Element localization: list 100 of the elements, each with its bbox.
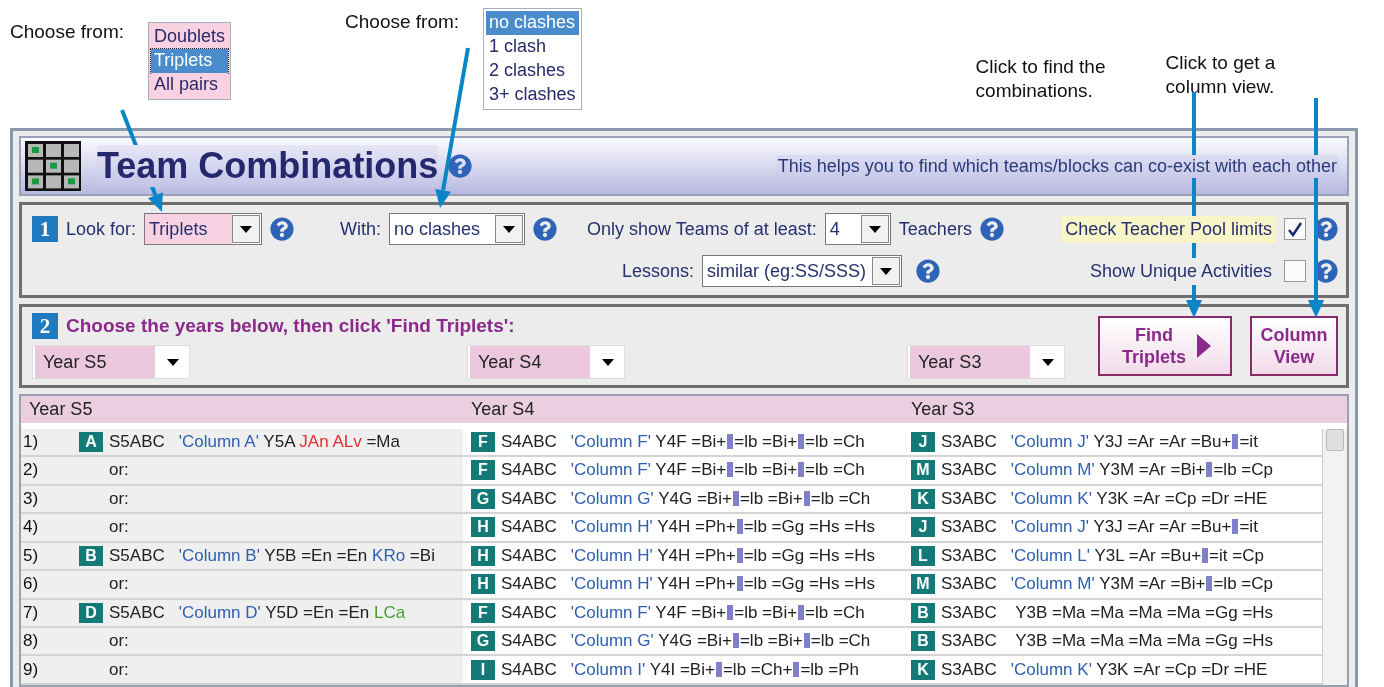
entry-text: S3ABC 'Column K' Y3K =Ar =Cp =Dr =HE: [941, 659, 1268, 680]
entry-text: S4ABC 'Column G' Y4G =Bi+ =lb =Bi+ =lb =Ch: [501, 488, 871, 509]
row-number: 6): [23, 574, 40, 595]
instruction-text: Choose the years below, then click 'Find Triplets':: [66, 315, 515, 337]
entry-text: S3ABC Y3B =Ma =Ma =Ma =Ma =Gg =Hs: [941, 602, 1274, 623]
letter-badge: L: [911, 545, 935, 566]
letter-badge: G: [471, 488, 495, 509]
entry-text: S3ABC 'Column J' Y3J =Ar =Ar =Bu+ =it: [941, 431, 1258, 452]
find-button[interactable]: Find Triplets: [1098, 316, 1232, 376]
or-text: or:: [109, 460, 129, 481]
or-text: or:: [109, 659, 129, 680]
callout-text: Click to find the combinations.: [975, 55, 1107, 103]
entry-text: S4ABC 'Column H' Y4H =Ph+ =lb =Gg =Hs =Hs: [501, 574, 876, 595]
dropdown-button[interactable]: [232, 215, 261, 243]
scrollbar[interactable]: [1322, 428, 1347, 685]
row-number: 1): [23, 431, 40, 452]
field-label: Lessons:: [622, 260, 695, 282]
year-dropdown[interactable]: Year S3: [907, 345, 1065, 379]
letter-badge: I: [471, 659, 495, 680]
lessons-dropdown[interactable]: similar (eg:SS/SSS): [702, 255, 903, 287]
or-text: or:: [109, 631, 129, 652]
letter-badge: K: [911, 659, 935, 680]
checkbox[interactable]: [1284, 218, 1306, 240]
dropdown-button[interactable]: [495, 215, 524, 243]
callout-text: Choose from:: [10, 20, 126, 44]
teachers-dropdown[interactable]: 4: [824, 213, 891, 245]
row-number: 5): [23, 545, 40, 566]
field-label: Only show Teams of at least:: [587, 218, 817, 240]
letter-badge: B: [79, 545, 103, 566]
row-number: 4): [23, 517, 40, 538]
grid-icon: [25, 141, 81, 191]
row-number: 9): [23, 659, 40, 680]
window-title: Team Combinations: [97, 145, 439, 187]
letter-badge: H: [471, 574, 495, 595]
checkbox-label: Check Teacher Pool limits: [1061, 215, 1276, 243]
help-icon[interactable]: [270, 217, 295, 241]
callout-text: Click to get a column view.: [1165, 51, 1277, 99]
dropdown-button[interactable]: [872, 257, 901, 285]
entry-text: S3ABC Y3B =Ma =Ma =Ma =Ma =Gg =Hs: [941, 631, 1274, 652]
look-for-dropdown[interactable]: Triplets: [144, 213, 263, 245]
step-number: 2: [32, 313, 58, 339]
or-text: or:: [109, 517, 129, 538]
help-icon[interactable]: [533, 217, 558, 241]
entry-text: S3ABC 'Column M' Y3M =Ar =Bi+ =lb =Cp: [941, 574, 1273, 595]
entry-text: S5ABC 'Column D' Y5D =En =En LCa: [109, 602, 406, 623]
field-label: Look for:: [66, 218, 137, 240]
letter-badge: G: [471, 631, 495, 652]
letter-badge: D: [79, 602, 103, 623]
step-number: 1: [32, 216, 58, 242]
row-number: 7): [23, 602, 40, 623]
entry-text: S4ABC 'Column H' Y4H =Ph+ =lb =Gg =Hs =Hs: [501, 517, 876, 538]
checkbox[interactable]: [1284, 260, 1306, 282]
row-number: 8): [23, 631, 40, 652]
letter-badge: J: [911, 517, 935, 538]
list-option[interactable]: no clashes: [486, 11, 579, 35]
list-option[interactable]: Triplets: [151, 49, 229, 73]
column-view-button[interactable]: Column View: [1250, 316, 1338, 376]
help-icon[interactable]: [916, 259, 941, 283]
row-number: 2): [23, 460, 40, 481]
letter-badge: F: [471, 602, 495, 623]
letter-badge: B: [911, 631, 935, 652]
entry-text: S4ABC 'Column F' Y4F =Bi+ =lb =Bi+ =lb =Ch: [501, 460, 865, 481]
letter-badge: F: [471, 460, 495, 481]
help-icon[interactable]: [448, 154, 473, 178]
description-text: This helps you to find which teams/blocks can co-exist with each other: [775, 154, 1339, 178]
entry-text: S4ABC 'Column G' Y4G =Bi+ =lb =Bi+ =lb =Ch: [501, 631, 871, 652]
callout-text: Choose from:: [345, 10, 461, 34]
entry-text: S4ABC 'Column F' Y4F =Bi+ =lb =Bi+ =lb =Ch: [501, 602, 865, 623]
row-number: 3): [23, 488, 40, 509]
field-label: With:: [340, 218, 382, 240]
year-dropdown[interactable]: Year S5: [32, 345, 190, 379]
entry-text: S5ABC 'Column A' Y5A JAn ALv =Ma: [109, 431, 400, 452]
column-header: Year S4: [470, 398, 536, 420]
letter-badge: B: [911, 602, 935, 623]
or-text: or:: [109, 488, 129, 509]
entry-text: S5ABC 'Column B' Y5B =En =En KRo =Bi: [109, 545, 435, 566]
dropdown-button[interactable]: [860, 215, 889, 243]
or-text: or:: [109, 574, 129, 595]
letter-badge: H: [471, 517, 495, 538]
letter-badge: F: [471, 431, 495, 452]
entry-text: S3ABC 'Column K' Y3K =Ar =Cp =Dr =HE: [941, 488, 1268, 509]
letter-badge: H: [471, 545, 495, 566]
entry-text: S3ABC 'Column J' Y3J =Ar =Ar =Bu+ =it: [941, 517, 1258, 538]
play-icon: [1197, 334, 1211, 358]
help-icon[interactable]: [979, 217, 1004, 241]
entry-text: S3ABC 'Column L' Y3L =Ar =Bu+ =it =Cp: [941, 545, 1264, 566]
column-header: Year S5: [28, 398, 94, 420]
clashes-dropdown[interactable]: no clashes: [389, 213, 526, 245]
letter-badge: A: [79, 431, 103, 452]
letter-badge: K: [911, 488, 935, 509]
entry-text: S4ABC 'Column I' Y4I =Bi+ =lb =Ch+ =lb =Ph: [501, 659, 859, 680]
letter-badge: M: [911, 460, 935, 481]
column-header: Year S3: [910, 398, 976, 420]
entry-text: S4ABC 'Column H' Y4H =Ph+ =lb =Gg =Hs =Hs: [501, 545, 876, 566]
letter-badge: J: [911, 431, 935, 452]
entry-text: S3ABC 'Column M' Y3M =Ar =Bi+ =lb =Cp: [941, 460, 1273, 481]
letter-badge: M: [911, 574, 935, 595]
entry-text: S4ABC 'Column F' Y4F =Bi+ =lb =Bi+ =lb =Ch: [501, 431, 865, 452]
year-dropdown[interactable]: Year S4: [467, 345, 625, 379]
field-label: Teachers: [898, 218, 972, 240]
